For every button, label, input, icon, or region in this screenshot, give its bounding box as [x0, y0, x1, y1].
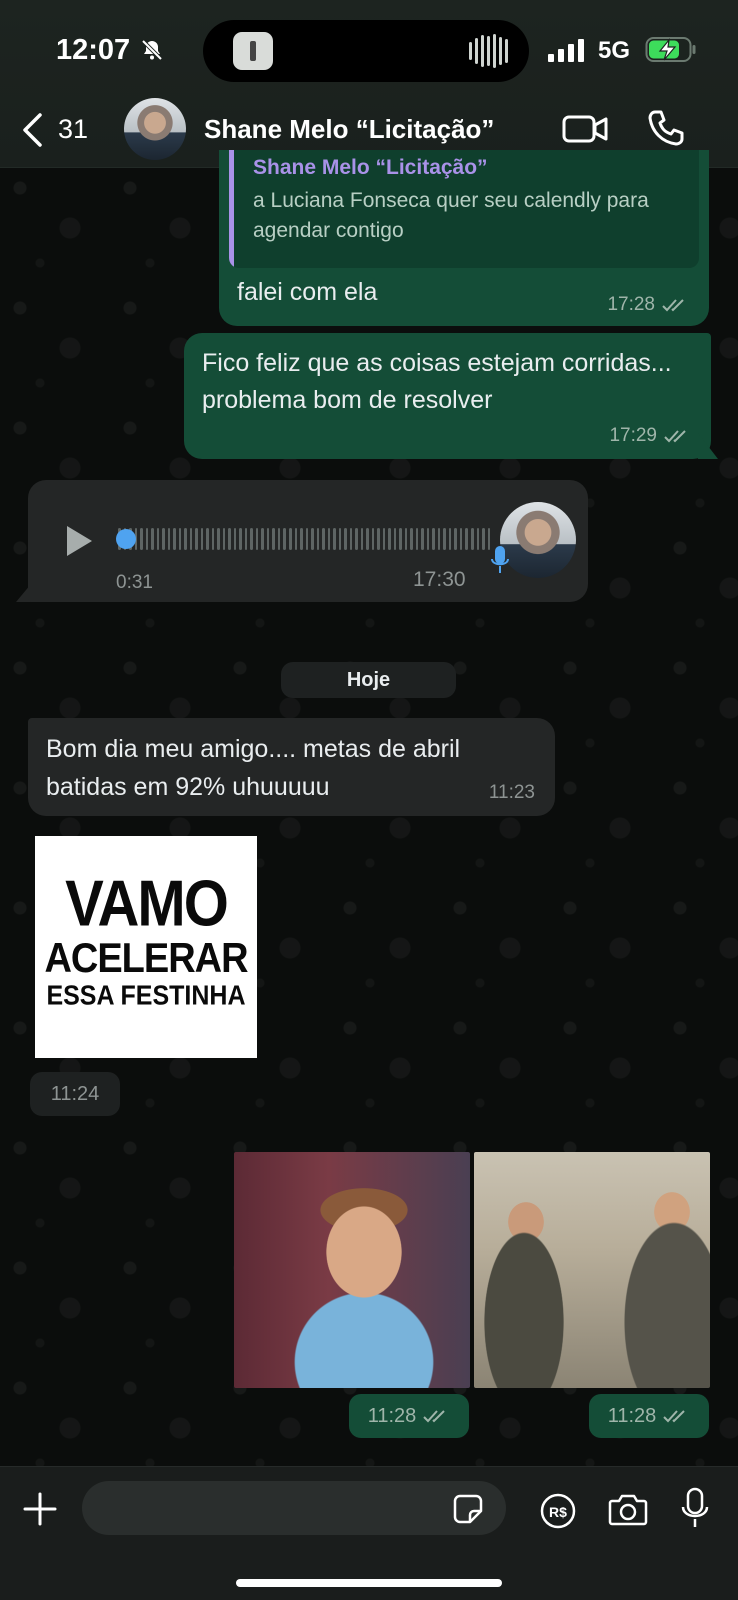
sticker-message[interactable]: VAMO ACELERAR ESSA FESTINHA	[35, 836, 257, 1058]
message-time: 11:23	[488, 782, 535, 803]
message-time: 17:28	[607, 294, 655, 315]
chevron-left-icon[interactable]	[20, 112, 44, 148]
sticker-time: 11:24	[30, 1072, 120, 1116]
outgoing-message[interactable]: Fico feliz que as coisas estejam corrida…	[184, 333, 711, 459]
double-check-icon	[423, 1410, 445, 1423]
message-meta: 17:29	[609, 425, 691, 447]
signal-icon	[548, 38, 588, 62]
message-time: 11:28	[367, 1405, 417, 1427]
audio-wave-icon	[469, 34, 509, 68]
unread-count[interactable]: 31	[58, 114, 88, 145]
sticker-text-line3: ESSA FESTINHA	[46, 980, 246, 1012]
contact-name[interactable]: Shane Melo “Licitação”	[204, 114, 494, 145]
double-check-icon	[664, 430, 686, 443]
microphone-icon[interactable]	[680, 1487, 710, 1529]
composer-bar: R$	[0, 1466, 738, 1600]
top-bar: 12:07 5G 31 Shane Melo “Licitação”	[0, 0, 738, 168]
network-label: 5G	[598, 37, 631, 64]
gif-time-chip: 11:28	[349, 1394, 469, 1438]
camera-icon[interactable]	[608, 1491, 648, 1527]
status-time: 12:07	[56, 34, 131, 66]
date-divider: Hoje	[281, 662, 456, 698]
double-check-icon	[663, 1410, 685, 1423]
home-indicator[interactable]	[236, 1579, 502, 1587]
message-input-container[interactable]	[82, 1481, 506, 1535]
message-time: 17:30	[413, 568, 466, 591]
payment-real-icon[interactable]: R$	[540, 1493, 576, 1529]
voice-duration: 0:31	[116, 572, 153, 593]
svg-text:R$: R$	[549, 1504, 567, 1520]
incoming-message[interactable]: Bom dia meu amigo.... metas de abril bat…	[28, 718, 555, 816]
phone-call-icon[interactable]	[646, 108, 686, 148]
video-call-icon[interactable]	[562, 112, 608, 146]
gif-message-kid[interactable]	[234, 1152, 470, 1388]
quoted-text: a Luciana Fonseca quer seu calendly para…	[253, 189, 649, 242]
gif-message-pilots[interactable]	[474, 1152, 710, 1388]
message-meta: 17:28	[607, 294, 689, 316]
double-check-icon	[662, 299, 684, 312]
message-time: 11:28	[607, 1405, 657, 1427]
message-text: falei com ela	[237, 278, 378, 306]
message-time: 17:29	[609, 425, 657, 446]
sticker-text-line1: VAMO	[65, 867, 229, 940]
incoming-voice-message[interactable]: 0:31 17:30	[28, 480, 588, 602]
bell-muted-icon	[141, 39, 163, 61]
quoted-message[interactable]: Shane Melo “Licitação” a Luciana Fonseca…	[229, 150, 699, 268]
dynamic-island[interactable]	[203, 20, 529, 82]
island-app-icon	[233, 32, 273, 70]
sticker-icon[interactable]	[452, 1493, 484, 1525]
message-input[interactable]	[100, 1481, 440, 1535]
contact-avatar[interactable]	[124, 98, 186, 160]
battery-charging-icon	[645, 37, 696, 62]
sticker-text-line2: ACELERAR	[44, 935, 248, 983]
outgoing-reply-message[interactable]: Shane Melo “Licitação” a Luciana Fonseca…	[219, 150, 709, 326]
play-icon[interactable]	[64, 524, 94, 558]
playback-scrubber[interactable]	[116, 529, 136, 549]
message-text: Fico feliz que as coisas estejam corrida…	[202, 349, 672, 414]
quoted-sender: Shane Melo “Licitação”	[253, 156, 488, 179]
message-text: Bom dia meu amigo.... metas de abril bat…	[46, 735, 461, 801]
plus-icon[interactable]	[22, 1491, 58, 1527]
microphone-icon	[491, 546, 509, 573]
gif-time-chip: 11:28	[589, 1394, 709, 1438]
sender-avatar	[500, 502, 576, 578]
message-meta: 11:23	[489, 782, 535, 804]
status-bar: 12:07 5G	[0, 0, 738, 100]
voice-waveform[interactable]	[118, 526, 491, 552]
